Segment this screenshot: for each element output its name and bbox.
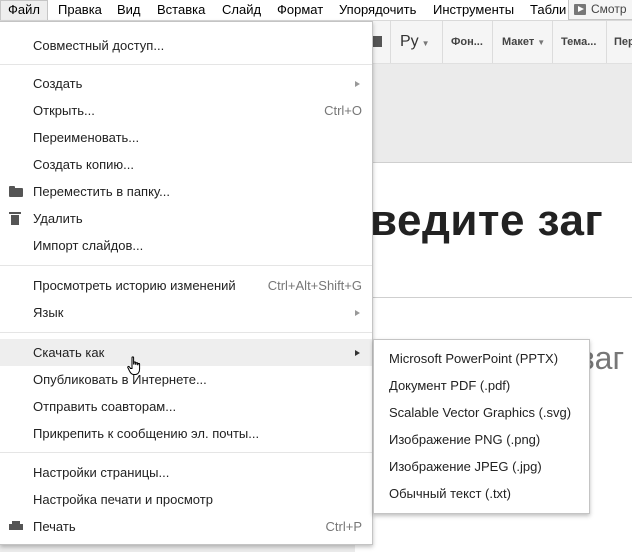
menu-item-label: Совместный доступ... <box>33 38 165 53</box>
menubar: Файл Правка Вид Вставка Слайд Формат Упо… <box>0 0 632 21</box>
shortcut-label: Ctrl+Alt+Shift+G <box>267 278 362 293</box>
menu-item-label: Прикрепить к сообщению эл. почты... <box>33 426 260 441</box>
submenu-item-label: Изображение PNG (.png) <box>389 432 541 447</box>
toolbar-divider <box>552 21 553 63</box>
download-pptx[interactable]: Microsoft PowerPoint (PPTX) <box>374 345 589 372</box>
menu-table[interactable]: Табли <box>523 0 573 20</box>
menu-edit[interactable]: Правка <box>51 0 109 20</box>
slide-title-placeholder[interactable]: ведите заг <box>370 196 603 246</box>
download-txt[interactable]: Обычный текст (.txt) <box>374 480 589 507</box>
menu-insert[interactable]: Вставка <box>150 0 212 20</box>
menu-item-copy[interactable]: Создать копию... <box>0 151 372 178</box>
menu-item-delete[interactable]: Удалить <box>0 205 372 232</box>
file-menu: Совместный доступ... Создать Открыть... … <box>0 21 373 545</box>
submenu-arrow-icon <box>355 81 360 87</box>
download-jpeg[interactable]: Изображение JPEG (.jpg) <box>374 453 589 480</box>
shortcut-label: Ctrl+O <box>324 103 362 118</box>
menu-item-label: Создать <box>33 76 83 91</box>
menu-item-label: Настройка печати и просмотр <box>33 492 213 507</box>
font-select[interactable]: Ру ▼ <box>400 21 430 63</box>
menu-format[interactable]: Формат <box>270 0 330 20</box>
toolbar-divider <box>390 21 391 63</box>
menu-view[interactable]: Вид <box>110 0 148 20</box>
submenu-item-label: Изображение JPEG (.jpg) <box>389 459 542 474</box>
menu-item-label: Открыть... <box>33 103 95 118</box>
printer-icon <box>9 521 23 532</box>
menu-item-email-collaborators[interactable]: Отправить соавторам... <box>0 393 372 420</box>
menu-item-label: Переместить в папку... <box>33 184 170 199</box>
menu-divider <box>0 64 372 65</box>
menu-item-publish[interactable]: Опубликовать в Интернете... <box>0 366 372 393</box>
menu-item-print[interactable]: Печать Ctrl+P <box>0 513 372 540</box>
layout-button[interactable]: Макет ▼ <box>502 21 545 63</box>
menu-slide[interactable]: Слайд <box>215 0 268 20</box>
menu-item-page-setup[interactable]: Настройки страницы... <box>0 459 372 486</box>
menu-item-label: Импорт слайдов... <box>33 238 144 253</box>
submenu-item-label: Microsoft PowerPoint (PPTX) <box>389 351 559 366</box>
menu-item-share[interactable]: Совместный доступ... <box>0 32 372 59</box>
folder-icon <box>9 186 23 197</box>
download-submenu: Microsoft PowerPoint (PPTX) Документ PDF… <box>373 339 590 514</box>
menu-item-create[interactable]: Создать <box>0 70 372 97</box>
menu-item-label: Просмотреть историю изменений <box>33 278 236 293</box>
menu-item-label: Настройки страницы... <box>33 465 170 480</box>
menu-item-label: Создать копию... <box>33 157 134 172</box>
menu-item-print-settings[interactable]: Настройка печати и просмотр <box>0 486 372 513</box>
present-button[interactable]: Смотр <box>568 0 632 20</box>
present-label: Смотр <box>591 2 627 16</box>
menu-item-label: Печать <box>33 519 76 534</box>
submenu-item-label: Обычный текст (.txt) <box>389 486 512 501</box>
menu-arrange[interactable]: Упорядочить <box>332 0 423 20</box>
menu-item-label: Отправить соавторам... <box>33 399 177 414</box>
menu-item-label: Опубликовать в Интернете... <box>33 372 207 387</box>
chevron-down-icon: ▼ <box>421 39 430 48</box>
menu-item-open[interactable]: Открыть... Ctrl+O <box>0 97 372 124</box>
submenu-item-label: Scalable Vector Graphics (.svg) <box>389 405 572 420</box>
play-icon <box>574 4 586 15</box>
background-button[interactable]: Фон... <box>451 21 483 63</box>
menu-tools[interactable]: Инструменты <box>426 0 521 20</box>
menu-item-email-attach[interactable]: Прикрепить к сообщению эл. почты... <box>0 420 372 447</box>
menu-divider <box>0 452 372 453</box>
submenu-item-label: Документ PDF (.pdf) <box>389 378 511 393</box>
menu-divider <box>0 265 372 266</box>
menu-item-label: Скачать как <box>33 345 105 360</box>
toolbar-divider <box>606 21 607 63</box>
trash-icon <box>9 212 21 225</box>
menu-item-label: Переименовать... <box>33 130 140 145</box>
menu-item-rename[interactable]: Переименовать... <box>0 124 372 151</box>
download-pdf[interactable]: Документ PDF (.pdf) <box>374 372 589 399</box>
cursor-hand-icon <box>127 356 141 375</box>
download-svg[interactable]: Scalable Vector Graphics (.svg) <box>374 399 589 426</box>
menu-item-move[interactable]: Переместить в папку... <box>0 178 372 205</box>
menu-divider <box>0 332 372 333</box>
shortcut-label: Ctrl+P <box>325 519 362 534</box>
menu-item-language[interactable]: Язык <box>0 299 372 326</box>
menu-item-download[interactable]: Скачать как <box>0 339 372 366</box>
chevron-down-icon: ▼ <box>537 38 546 47</box>
toolbar-divider <box>442 21 443 63</box>
menu-file[interactable]: Файл <box>0 0 48 20</box>
toolbar-icon[interactable] <box>372 36 382 47</box>
theme-button[interactable]: Тема... <box>561 21 596 63</box>
submenu-arrow-icon <box>355 350 360 356</box>
download-png[interactable]: Изображение PNG (.png) <box>374 426 589 453</box>
submenu-arrow-icon <box>355 310 360 316</box>
menu-item-import[interactable]: Импорт слайдов... <box>0 232 372 259</box>
transition-button[interactable]: Пер <box>614 21 632 63</box>
layout-label: Макет <box>502 36 535 48</box>
menu-item-history[interactable]: Просмотреть историю изменений Ctrl+Alt+S… <box>0 272 372 299</box>
menu-item-label: Удалить <box>33 211 83 226</box>
toolbar-divider <box>492 21 493 63</box>
font-select-label: Ру <box>400 33 419 50</box>
menu-item-label: Язык <box>33 305 64 320</box>
